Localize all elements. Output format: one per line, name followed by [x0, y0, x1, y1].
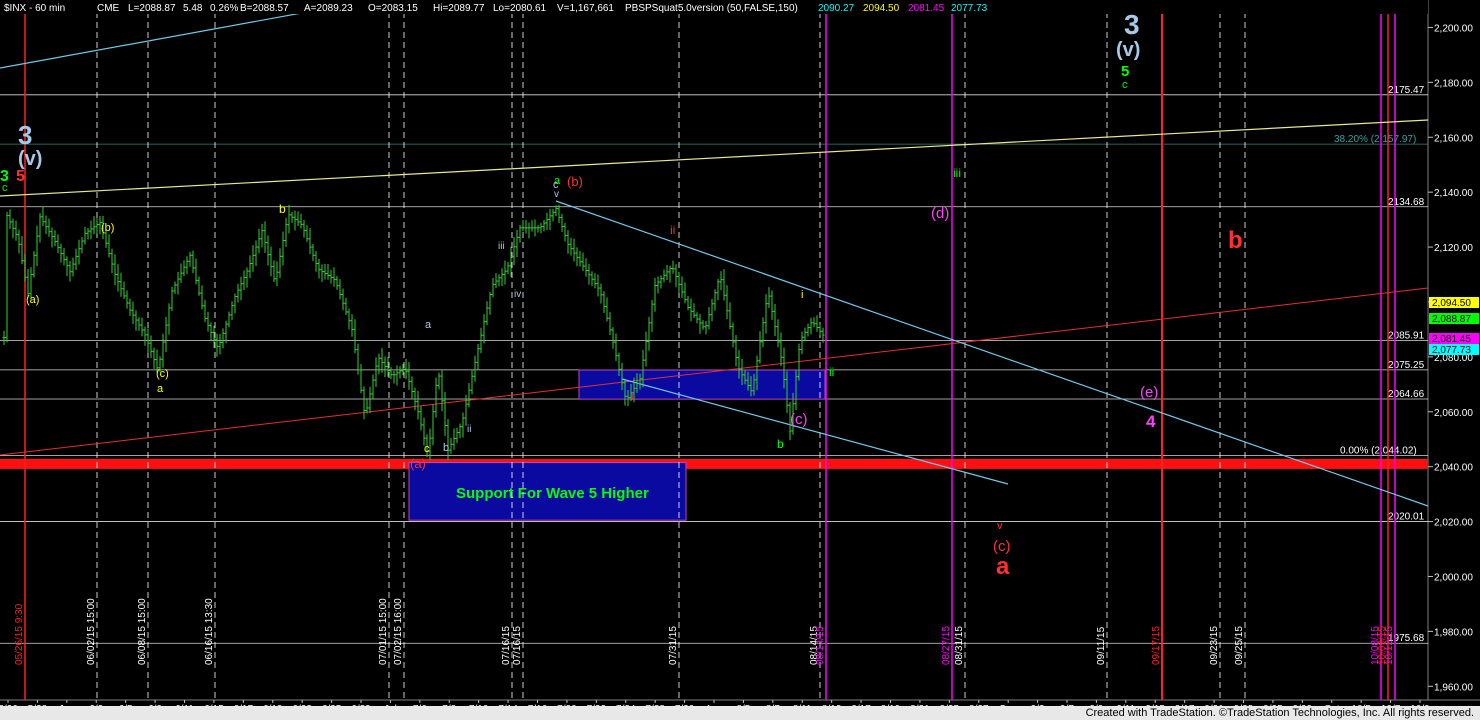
- wave-label: b: [777, 437, 784, 451]
- wave-label: (c): [156, 368, 169, 380]
- date-marker-label: 08/31/15: [954, 626, 965, 665]
- wave-label: iii: [953, 166, 961, 180]
- date-marker-label: 07/16/15: [512, 626, 523, 665]
- price-line-label: 2134.68: [1388, 197, 1425, 208]
- date-marker-label: 05/26/15 9:30: [14, 603, 25, 665]
- date-marker-label: 09/11/15: [1096, 626, 1107, 665]
- y-tick-label: 2,140.00: [1434, 188, 1473, 199]
- footer-credit: Created with TradeStation. ©TradeStation…: [1085, 707, 1474, 719]
- price-line-label: 2064.66: [1388, 389, 1425, 400]
- header-field: B=2088.57: [240, 3, 289, 14]
- indicator-value: 2094.50: [863, 3, 900, 14]
- consolidation-box: [578, 369, 826, 400]
- wave-label: (d): [931, 205, 949, 222]
- wave-label: b: [443, 442, 449, 454]
- wave-label: a: [996, 553, 1010, 580]
- wave-label: (a): [26, 294, 39, 306]
- date-marker-label: 07/31/15: [668, 626, 679, 665]
- wave-label: 4: [1146, 412, 1156, 431]
- wave-label: (b): [101, 222, 114, 234]
- y-tick-label: 2,160.00: [1434, 133, 1473, 144]
- wave-label: iv: [514, 289, 521, 300]
- price-line-label: 0.00% (2,044.02): [1340, 446, 1417, 457]
- y-tick-label: 2,180.00: [1434, 78, 1473, 89]
- date-marker-label: 07/02/15 16:00: [393, 598, 404, 665]
- y-tick-label: 1,960.00: [1434, 682, 1473, 693]
- wave-label: (b): [567, 174, 583, 189]
- header-field: L=2088.87: [128, 3, 176, 14]
- last-price-tag-label: 2,081.45: [1432, 334, 1471, 345]
- wave-label: i: [801, 289, 803, 301]
- wave-label: v: [997, 520, 1003, 532]
- wave-label: (v): [1116, 39, 1140, 61]
- wave-label: ii: [670, 223, 675, 237]
- last-price-tag-label: 2,077.73: [1432, 345, 1471, 356]
- price-line-label: 2085.91: [1388, 331, 1425, 342]
- date-marker-label: 10/12/15: [1384, 626, 1395, 665]
- indicator-value: 2081.45: [908, 3, 945, 14]
- date-marker-label: 06/16/15 13:30: [204, 598, 215, 665]
- header-field: CME: [97, 3, 120, 14]
- date-marker-label: 07/01/15 15:00: [378, 598, 389, 665]
- header-field: A=2089.23: [304, 3, 353, 14]
- chart-background: [0, 0, 1480, 720]
- wave-label: 5: [1121, 63, 1129, 80]
- chart-window: 1,960.00 1,980.00 2,000.00 2,020.00 2,040.00…: [0, 0, 1480, 720]
- y-tick-label: 2,200.00: [1434, 23, 1473, 34]
- wave-label: b: [1228, 227, 1243, 254]
- wave-label: ii: [467, 424, 471, 435]
- y-tick-label: 2,040.00: [1434, 463, 1473, 474]
- wave-label: b: [279, 202, 286, 216]
- wave-label: 5: [16, 168, 25, 185]
- wave-label: (c): [790, 411, 808, 428]
- indicator-value: 2077.73: [951, 3, 988, 14]
- wave-label: c: [2, 182, 8, 194]
- last-price-tag-label: 2,094.50: [1432, 298, 1471, 309]
- header-field: Lo=2080.61: [493, 3, 547, 14]
- wave-label: ii: [829, 365, 834, 379]
- wave-label: i: [631, 391, 633, 403]
- y-tick-label: 2,000.00: [1434, 572, 1473, 583]
- date-marker-label: 08/14/15: [815, 626, 826, 665]
- header-field: 0.26%: [210, 3, 238, 14]
- date-marker-label: 09/17/15: [1151, 626, 1162, 665]
- date-marker-label: 09/23/15: [1209, 626, 1220, 665]
- wave-label: a: [157, 383, 164, 395]
- wave-label: 3: [18, 120, 32, 150]
- price-line-label: 2175.47: [1388, 85, 1425, 96]
- date-marker-label: 06/02/15 15:00: [86, 598, 97, 665]
- wave-label: v: [554, 189, 559, 200]
- header-field: Hi=2089.77: [433, 3, 485, 14]
- wave-label: (a): [410, 456, 426, 471]
- indicator-value: 2090.27: [818, 3, 855, 14]
- wave-label: c: [1122, 79, 1128, 91]
- header-field: PBSPSquat5.0version (50,FALSE,150): [625, 3, 798, 14]
- y-tick-label: 2,020.00: [1434, 518, 1473, 529]
- price-chart[interactable]: 1,960.00 1,980.00 2,000.00 2,020.00 2,040.00…: [0, 0, 1480, 720]
- header-field: $INX - 60 min: [4, 3, 65, 14]
- y-tick-label: 2,120.00: [1434, 243, 1473, 254]
- price-line-label: 2075.25: [1388, 360, 1425, 371]
- wave-label: c: [424, 443, 430, 455]
- date-marker-label: 07/16/15: [501, 626, 512, 665]
- price-line-label: 2020.01: [1388, 512, 1425, 523]
- date-marker-label: 06/08/15 15:00: [137, 598, 148, 665]
- support-band: [0, 458, 1428, 469]
- header-field: V=1,167,661: [557, 3, 614, 14]
- y-tick-label: 2,060.00: [1434, 408, 1473, 419]
- price-line-label: 38.20% (2,157.97): [1334, 134, 1416, 145]
- support-box-label: Support For Wave 5 Higher: [456, 485, 649, 502]
- wave-label: a: [425, 319, 432, 331]
- y-tick-label: 1,980.00: [1434, 627, 1473, 638]
- wave-label: (e): [1140, 384, 1158, 401]
- wave-label: (v): [18, 148, 42, 170]
- last-price-tag-label: 2,088.87: [1432, 314, 1471, 325]
- date-marker-label: 09/25/15: [1234, 626, 1245, 665]
- wave-label: iii: [498, 241, 505, 252]
- header-field: O=2083.15: [368, 3, 418, 14]
- date-marker-label: 08/27/15: [941, 626, 952, 665]
- header-field: 5.48: [183, 3, 203, 14]
